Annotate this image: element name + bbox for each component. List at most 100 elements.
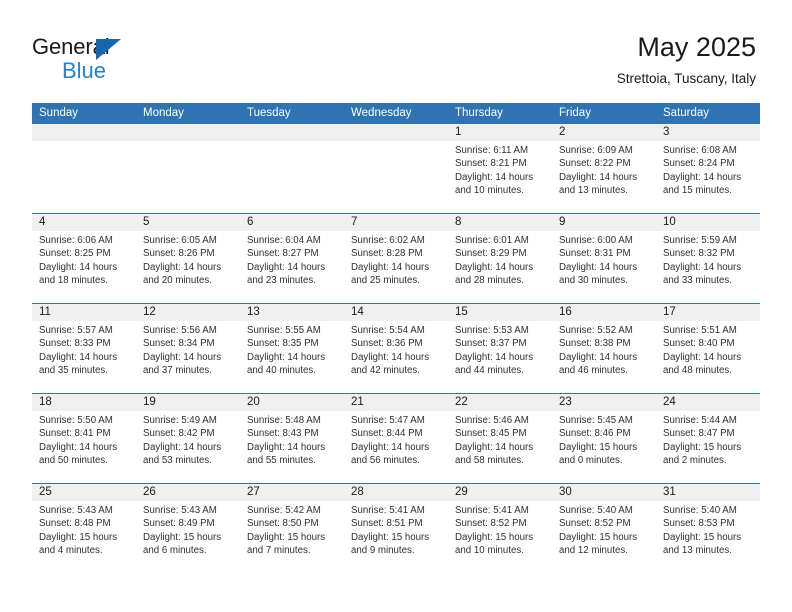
daylight-text-line2: and 46 minutes. <box>559 365 628 377</box>
daylight-text-line2: and 9 minutes. <box>351 545 415 557</box>
day-cell-details: Sunrise: 5:43 AM Sunset: 8:49 PM Daylight:… <box>136 501 240 558</box>
daylight-text-line1: Daylight: 14 hours <box>455 441 534 453</box>
day-cell-inner: 28 Sunrise: 5:41 AM Sunset: 8:51 PM Dayligh… <box>344 484 448 573</box>
sunset-text: Sunset: 8:49 PM <box>143 518 215 530</box>
sunrise-text: Sunrise: 6:01 AM <box>455 235 529 246</box>
calendar-day-cell[interactable]: 31 Sunrise: 5:40 AM Sunset: 8:53 PM Dayligh… <box>656 483 760 573</box>
sunrise-text: Sunrise: 5:45 AM <box>559 415 633 426</box>
calendar-day-cell-empty <box>344 124 448 214</box>
day-cell-details: Sunrise: 6:09 AM Sunset: 8:22 PM Daylight:… <box>552 141 656 198</box>
calendar-day-cell[interactable]: 12 Sunrise: 5:56 AM Sunset: 8:34 PM Dayligh… <box>136 303 240 394</box>
calendar-day-cell[interactable]: 6 Sunrise: 6:04 AM Sunset: 8:27 PM Daylight… <box>240 213 344 304</box>
calendar-day-cell[interactable]: 28 Sunrise: 5:41 AM Sunset: 8:51 PM Dayligh… <box>344 483 448 573</box>
calendar-day-cell[interactable]: 17 Sunrise: 5:51 AM Sunset: 8:40 PM Dayligh… <box>656 303 760 394</box>
day-number: 9 <box>552 214 656 231</box>
daylight-text-line2: and 7 minutes. <box>247 545 311 557</box>
calendar-day-cell[interactable]: 11 Sunrise: 5:57 AM Sunset: 8:33 PM Dayligh… <box>32 303 136 394</box>
day-cell-details: Sunrise: 6:05 AM Sunset: 8:26 PM Daylight:… <box>136 231 240 288</box>
day-cell-inner: 3 Sunrise: 6:08 AM Sunset: 8:24 PM Daylight… <box>656 124 760 213</box>
day-cell-details: Sunrise: 5:47 AM Sunset: 8:44 PM Daylight:… <box>344 411 448 468</box>
calendar-day-cell[interactable]: 16 Sunrise: 5:52 AM Sunset: 8:38 PM Dayligh… <box>552 303 656 394</box>
calendar-day-cell[interactable]: 13 Sunrise: 5:55 AM Sunset: 8:35 PM Dayligh… <box>240 303 344 394</box>
sunset-text: Sunset: 8:33 PM <box>39 338 111 350</box>
calendar-body: 1 Sunrise: 6:11 AM Sunset: 8:21 PM Daylight… <box>32 124 760 573</box>
calendar-day-cell[interactable]: 26 Sunrise: 5:43 AM Sunset: 8:49 PM Dayligh… <box>136 483 240 573</box>
day-number: 12 <box>136 304 240 321</box>
daylight-text-line2: and 6 minutes. <box>143 545 207 557</box>
daylight-text-line2: and 4 minutes. <box>39 545 103 557</box>
day-number: 6 <box>240 214 344 231</box>
day-cell-details: Sunrise: 5:49 AM Sunset: 8:42 PM Daylight:… <box>136 411 240 468</box>
sunset-text: Sunset: 8:40 PM <box>663 338 735 350</box>
sunrise-text: Sunrise: 5:56 AM <box>143 325 217 336</box>
daylight-text-line2: and 50 minutes. <box>39 455 108 467</box>
sunset-text: Sunset: 8:22 PM <box>559 158 631 170</box>
calendar-day-cell[interactable]: 8 Sunrise: 6:01 AM Sunset: 8:29 PM Daylight… <box>448 213 552 304</box>
weekday-header-sunday: Sunday <box>32 103 136 124</box>
day-number: 28 <box>344 484 448 501</box>
daylight-text-line2: and 42 minutes. <box>351 365 420 377</box>
day-cell-details: Sunrise: 5:51 AM Sunset: 8:40 PM Daylight:… <box>656 321 760 378</box>
calendar-day-cell[interactable]: 1 Sunrise: 6:11 AM Sunset: 8:21 PM Daylight… <box>448 124 552 214</box>
calendar-header-row: Sunday Monday Tuesday Wednesday Thursday… <box>32 103 760 124</box>
blue-triangle-logo-icon <box>96 39 121 60</box>
calendar-day-cell[interactable]: 27 Sunrise: 5:42 AM Sunset: 8:50 PM Dayligh… <box>240 483 344 573</box>
day-number <box>136 124 240 141</box>
daylight-text-line1: Daylight: 14 hours <box>143 441 222 453</box>
calendar-day-cell[interactable]: 14 Sunrise: 5:54 AM Sunset: 8:36 PM Dayligh… <box>344 303 448 394</box>
daylight-text-line1: Daylight: 14 hours <box>143 261 222 273</box>
sunrise-text: Sunrise: 6:05 AM <box>143 235 217 246</box>
calendar-day-cell[interactable]: 21 Sunrise: 5:47 AM Sunset: 8:44 PM Dayligh… <box>344 393 448 484</box>
calendar-day-cell[interactable]: 5 Sunrise: 6:05 AM Sunset: 8:26 PM Daylight… <box>136 213 240 304</box>
sunset-text: Sunset: 8:47 PM <box>663 428 735 440</box>
sunset-text: Sunset: 8:36 PM <box>351 338 423 350</box>
calendar-day-cell[interactable]: 10 Sunrise: 5:59 AM Sunset: 8:32 PM Dayligh… <box>656 213 760 304</box>
calendar-day-cell[interactable]: 3 Sunrise: 6:08 AM Sunset: 8:24 PM Daylight… <box>656 124 760 214</box>
calendar-day-cell[interactable]: 7 Sunrise: 6:02 AM Sunset: 8:28 PM Daylight… <box>344 213 448 304</box>
daylight-text-line2: and 23 minutes. <box>247 275 316 287</box>
daylight-text-line1: Daylight: 15 hours <box>247 531 326 543</box>
sunrise-text: Sunrise: 5:47 AM <box>351 415 425 426</box>
daylight-text-line2: and 13 minutes. <box>663 545 732 557</box>
calendar-day-cell[interactable]: 15 Sunrise: 5:53 AM Sunset: 8:37 PM Dayligh… <box>448 303 552 394</box>
calendar-day-cell[interactable]: 18 Sunrise: 5:50 AM Sunset: 8:41 PM Dayligh… <box>32 393 136 484</box>
calendar-day-cell[interactable]: 4 Sunrise: 6:06 AM Sunset: 8:25 PM Daylight… <box>32 213 136 304</box>
calendar-day-cell-empty <box>136 124 240 214</box>
calendar-day-cell[interactable]: 23 Sunrise: 5:45 AM Sunset: 8:46 PM Dayligh… <box>552 393 656 484</box>
weekday-header-monday: Monday <box>136 103 240 124</box>
daylight-text-line1: Daylight: 14 hours <box>247 351 326 363</box>
day-cell-inner: 7 Sunrise: 6:02 AM Sunset: 8:28 PM Daylight… <box>344 214 448 303</box>
day-number: 17 <box>656 304 760 321</box>
calendar-day-cell[interactable]: 19 Sunrise: 5:49 AM Sunset: 8:42 PM Dayligh… <box>136 393 240 484</box>
daylight-text-line1: Daylight: 15 hours <box>39 531 118 543</box>
day-number: 14 <box>344 304 448 321</box>
calendar-day-cell[interactable]: 22 Sunrise: 5:46 AM Sunset: 8:45 PM Dayligh… <box>448 393 552 484</box>
sunset-text: Sunset: 8:25 PM <box>39 248 111 260</box>
sunrise-text: Sunrise: 5:50 AM <box>39 415 113 426</box>
weekday-header-saturday: Saturday <box>656 103 760 124</box>
calendar-day-cell[interactable]: 29 Sunrise: 5:41 AM Sunset: 8:52 PM Dayligh… <box>448 483 552 573</box>
day-cell-details: Sunrise: 6:04 AM Sunset: 8:27 PM Daylight:… <box>240 231 344 288</box>
sunset-text: Sunset: 8:45 PM <box>455 428 527 440</box>
day-number: 8 <box>448 214 552 231</box>
calendar-day-cell[interactable]: 25 Sunrise: 5:43 AM Sunset: 8:48 PM Dayligh… <box>32 483 136 573</box>
calendar-day-cell[interactable]: 30 Sunrise: 5:40 AM Sunset: 8:52 PM Dayligh… <box>552 483 656 573</box>
calendar-day-cell[interactable]: 2 Sunrise: 6:09 AM Sunset: 8:22 PM Daylight… <box>552 124 656 214</box>
day-cell-inner: 13 Sunrise: 5:55 AM Sunset: 8:35 PM Dayligh… <box>240 304 344 393</box>
day-cell-details: Sunrise: 5:40 AM Sunset: 8:52 PM Daylight:… <box>552 501 656 558</box>
calendar-day-cell[interactable]: 24 Sunrise: 5:44 AM Sunset: 8:47 PM Dayligh… <box>656 393 760 484</box>
sunrise-text: Sunrise: 5:42 AM <box>247 505 321 516</box>
daylight-text-line1: Daylight: 14 hours <box>39 441 118 453</box>
sunrise-text: Sunrise: 5:48 AM <box>247 415 321 426</box>
day-cell-inner: 24 Sunrise: 5:44 AM Sunset: 8:47 PM Dayligh… <box>656 394 760 483</box>
sunset-text: Sunset: 8:31 PM <box>559 248 631 260</box>
day-number: 25 <box>32 484 136 501</box>
sunset-text: Sunset: 8:38 PM <box>559 338 631 350</box>
sunrise-text: Sunrise: 5:41 AM <box>455 505 529 516</box>
calendar-day-cell[interactable]: 20 Sunrise: 5:48 AM Sunset: 8:43 PM Dayligh… <box>240 393 344 484</box>
day-number: 13 <box>240 304 344 321</box>
calendar-day-cell[interactable]: 9 Sunrise: 6:00 AM Sunset: 8:31 PM Daylight… <box>552 213 656 304</box>
daylight-text-line1: Daylight: 14 hours <box>455 171 534 183</box>
day-number: 27 <box>240 484 344 501</box>
sunrise-text: Sunrise: 6:00 AM <box>559 235 633 246</box>
